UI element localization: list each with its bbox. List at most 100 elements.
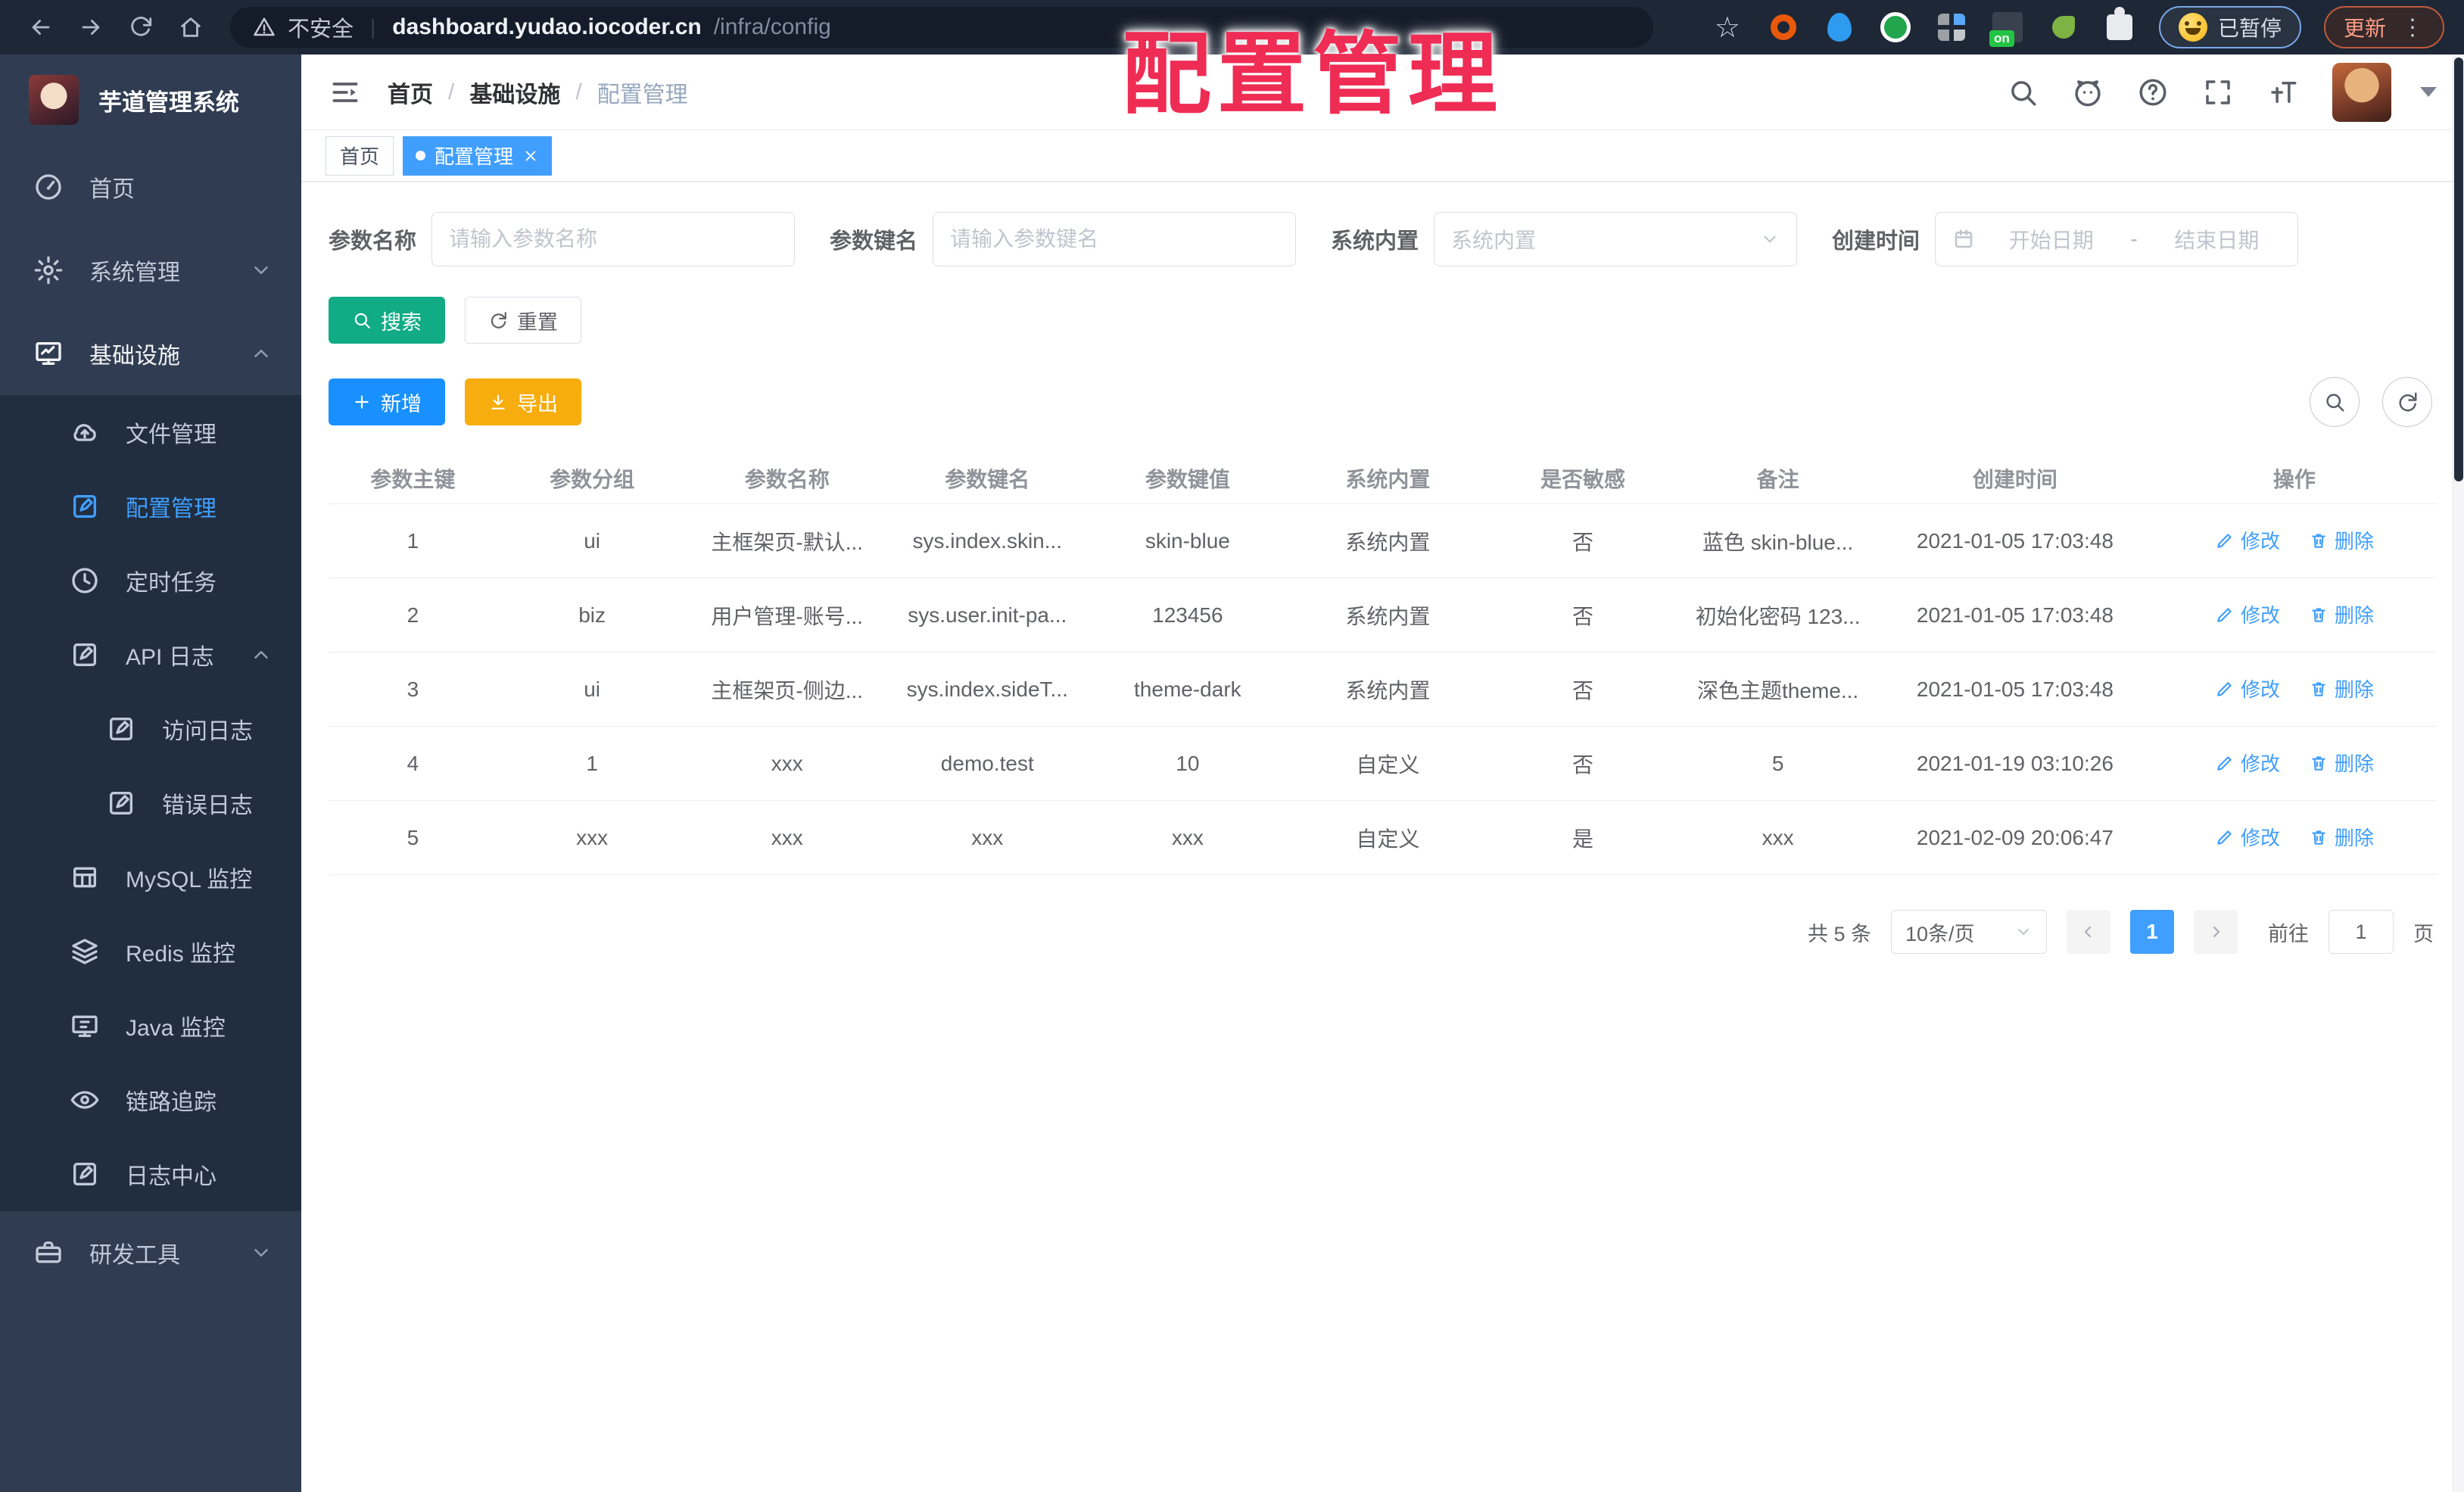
table-row: 4 1 xxx demo.test 10 自定义 否 5 2021-01-19 …: [329, 727, 2437, 801]
chevron-right-icon: [2207, 923, 2225, 941]
user-menu-caret-icon[interactable]: [2420, 87, 2437, 97]
delete-link[interactable]: 删除: [2309, 526, 2374, 554]
extensions-puzzle-icon[interactable]: [2103, 7, 2136, 44]
sidebar-item-file-manage[interactable]: 文件管理: [0, 395, 301, 469]
sidebar-item-trace[interactable]: 链路追踪: [0, 1063, 301, 1137]
profile-paused-pill[interactable]: 已暂停: [2158, 6, 2301, 48]
sidebar-item-redis-monitor[interactable]: Redis 监控: [0, 914, 301, 989]
text-size-icon[interactable]: [2267, 76, 2299, 108]
sidebar-item-mysql-monitor[interactable]: MySQL 监控: [0, 840, 301, 914]
header-actions: [2007, 62, 2437, 122]
browser-update-button[interactable]: 更新 ⋮: [2323, 6, 2444, 48]
export-button[interactable]: 导出: [465, 378, 581, 425]
plus-icon: [352, 392, 372, 412]
next-page-button[interactable]: [2194, 910, 2238, 954]
pagination: 共 5 条 10条/页 1 前往 页: [329, 910, 2437, 954]
page-size-select[interactable]: 10条/页: [1891, 910, 2047, 954]
close-icon[interactable]: [522, 148, 539, 164]
extension-orange-icon[interactable]: [1767, 11, 1800, 44]
app-logo-image: [29, 75, 79, 125]
gear-icon: [33, 255, 64, 285]
sidebar-item-java-monitor[interactable]: Java 监控: [0, 989, 301, 1063]
browser-home-icon[interactable]: [170, 6, 212, 48]
sidebar-item-dev-tools[interactable]: 研发工具: [0, 1211, 301, 1294]
url-host: dashboard.yudao.iocoder.cn: [392, 14, 702, 39]
active-dot-icon: [416, 151, 426, 160]
param-key-input[interactable]: [950, 227, 1279, 251]
browser-back-icon[interactable]: [20, 6, 62, 48]
scrollbar-thumb[interactable]: [2454, 58, 2463, 481]
browser-extensions-area: ☆ on 已暂停 更新 ⋮: [1711, 6, 2444, 48]
param-name-input[interactable]: [449, 227, 778, 251]
filter-form: 参数名称 参数键名 系统内置 系统内置: [329, 212, 2437, 274]
fullscreen-icon[interactable]: [2202, 76, 2234, 108]
user-avatar[interactable]: [2332, 62, 2391, 122]
extension-leaf-icon[interactable]: [2047, 11, 2080, 44]
browser-forward-icon[interactable]: [70, 6, 112, 48]
layers-icon: [70, 936, 100, 967]
github-icon[interactable]: [2072, 76, 2104, 108]
sidebar-collapse-icon[interactable]: [329, 76, 362, 109]
reset-button[interactable]: 重置: [465, 297, 581, 344]
update-label: 更新: [2343, 17, 2386, 40]
sidebar-item-log-center[interactable]: 日志中心: [0, 1137, 301, 1211]
clock-icon: [70, 565, 100, 596]
breadcrumb-infra[interactable]: 基础设施: [469, 76, 560, 109]
refresh-table-button[interactable]: [2382, 377, 2432, 427]
sidebar-item-config-manage[interactable]: 配置管理: [0, 469, 301, 544]
extension-blue-pin-icon[interactable]: [1823, 11, 1856, 44]
help-icon[interactable]: [2137, 76, 2169, 108]
sidebar-item-system[interactable]: 系统管理: [0, 229, 301, 312]
breadcrumb: 首页 / 基础设施 / 配置管理: [388, 76, 688, 109]
table-tools: [2310, 377, 2432, 427]
search-button[interactable]: 搜索: [329, 297, 445, 344]
delete-link[interactable]: 删除: [2309, 823, 2374, 851]
edit-square-icon: [106, 714, 136, 744]
browser-reload-icon[interactable]: [120, 6, 162, 48]
sidebar-item-access-log[interactable]: 访问日志: [0, 692, 301, 766]
sidebar-logo[interactable]: 芋道管理系统: [0, 55, 301, 145]
page-scrollbar[interactable]: [2453, 55, 2464, 1492]
overlay-page-title: 配置管理: [1122, 25, 1504, 125]
sidebar-item-error-log[interactable]: 错误日志: [0, 766, 301, 840]
browser-menu-icon[interactable]: ⋮: [2401, 14, 2425, 41]
builtin-select[interactable]: 系统内置: [1434, 212, 1798, 266]
breadcrumb-home[interactable]: 首页: [388, 76, 433, 109]
current-page[interactable]: 1: [2130, 910, 2174, 954]
download-icon: [488, 392, 508, 412]
edit-link[interactable]: 修改: [2215, 674, 2280, 702]
table-header-row: 参数主键 参数分组 参数名称 参数键名 参数键值 系统内置 是否敏感 备注 创建…: [329, 453, 2437, 504]
builtin-select-placeholder: 系统内置: [1451, 229, 1537, 252]
edit-square-icon: [70, 491, 100, 522]
edit-link[interactable]: 修改: [2215, 823, 2280, 851]
sidebar-item-home[interactable]: 首页: [0, 145, 301, 229]
pagination-total: 共 5 条: [1807, 922, 1871, 945]
tab-config-manage[interactable]: 配置管理: [403, 135, 553, 176]
edit-link[interactable]: 修改: [2215, 600, 2280, 628]
chevron-up-icon: [250, 342, 273, 365]
edit-link[interactable]: 修改: [2215, 526, 2280, 554]
extension-green-circle-icon[interactable]: [1879, 11, 1912, 44]
not-secure-label: 不安全: [288, 17, 354, 42]
eye-icon: [70, 1085, 100, 1115]
chevron-down-icon: [250, 1241, 273, 1264]
table-row: 1 ui 主框架页-默认... sys.index.skin... skin-b…: [329, 504, 2437, 578]
toggle-search-button[interactable]: [2310, 377, 2360, 427]
tab-home[interactable]: 首页: [326, 135, 394, 176]
prev-page-button[interactable]: [2067, 910, 2110, 954]
extension-grid-icon[interactable]: [1935, 11, 1968, 44]
extension-on-badge-icon[interactable]: on: [1989, 11, 2024, 47]
delete-link[interactable]: 删除: [2309, 674, 2374, 702]
delete-link[interactable]: 删除: [2309, 749, 2374, 777]
delete-link[interactable]: 删除: [2309, 600, 2374, 628]
sidebar-item-scheduled-job[interactable]: 定时任务: [0, 544, 301, 618]
sidebar-item-infra[interactable]: 基础设施: [0, 312, 301, 395]
bookmark-star-icon[interactable]: ☆: [1711, 11, 1744, 44]
refresh-icon: [2396, 391, 2419, 413]
search-icon[interactable]: [2007, 76, 2039, 108]
date-range-picker[interactable]: 开始日期 - 结束日期: [1935, 212, 2299, 266]
edit-link[interactable]: 修改: [2215, 749, 2280, 777]
add-button[interactable]: 新增: [329, 378, 445, 425]
sidebar-item-api-log[interactable]: API 日志: [0, 618, 301, 692]
goto-page-input[interactable]: [2328, 910, 2394, 954]
